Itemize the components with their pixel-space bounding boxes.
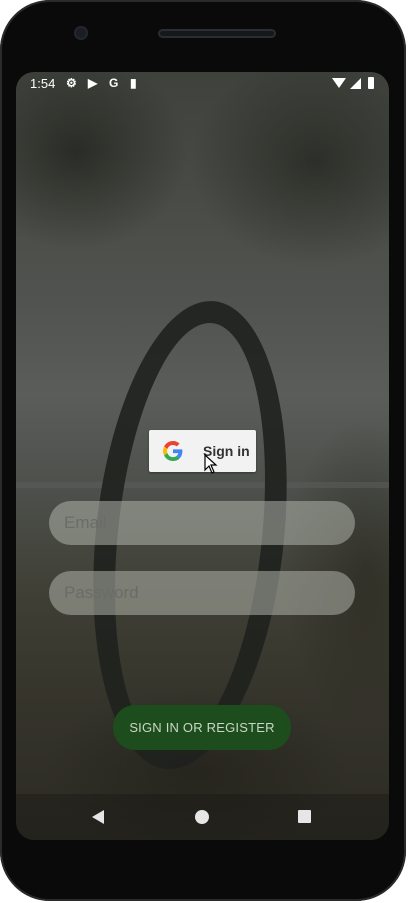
status-time: 1:54 <box>30 76 56 91</box>
google-signin-button[interactable]: Sign in <box>149 430 256 472</box>
home-icon[interactable] <box>195 810 209 824</box>
sign-in-or-register-button[interactable]: SIGN IN OR REGISTER <box>113 705 291 750</box>
signal-icon <box>350 78 361 89</box>
front-camera <box>74 26 88 40</box>
password-field[interactable] <box>49 571 355 615</box>
play-protect-icon: ▶ <box>88 76 98 90</box>
earpiece-speaker <box>158 29 276 38</box>
app-screen: 1:54 ⚙ ▶ G ▮ Sign in SIGN IN OR REGISTER <box>16 72 389 840</box>
phone-frame: 1:54 ⚙ ▶ G ▮ Sign in SIGN IN OR REGISTER <box>0 0 406 901</box>
wifi-icon <box>332 78 346 88</box>
mouse-cursor-icon <box>204 454 218 474</box>
back-icon[interactable] <box>92 810 104 824</box>
email-field[interactable] <box>49 501 355 545</box>
recents-icon[interactable] <box>298 810 311 823</box>
google-g-icon <box>163 441 183 461</box>
gear-icon: ⚙ <box>66 76 77 90</box>
sd-card-icon: ▮ <box>130 76 137 90</box>
battery-icon <box>368 77 374 89</box>
google-g-icon: G <box>109 76 119 90</box>
system-navigation-bar <box>16 794 389 840</box>
status-bar: 1:54 ⚙ ▶ G ▮ <box>16 72 389 96</box>
